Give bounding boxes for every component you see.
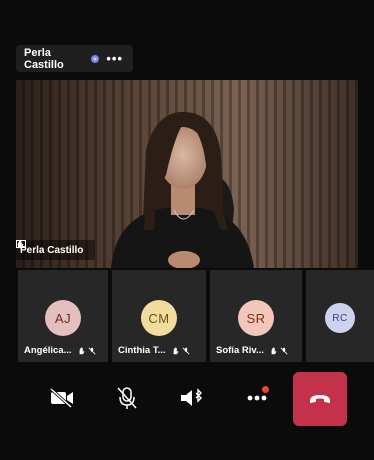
raised-hand-icon bbox=[90, 54, 100, 64]
notification-dot bbox=[262, 386, 269, 393]
speaker-button[interactable] bbox=[166, 372, 218, 424]
participant-tile[interactable]: RC bbox=[306, 270, 374, 362]
avatar: RC bbox=[325, 303, 355, 333]
main-video-feed[interactable]: Perla Castillo bbox=[16, 80, 358, 268]
more-options-button[interactable]: ••• bbox=[106, 51, 123, 66]
participant-tile[interactable]: CM Cinthia T... bbox=[112, 270, 206, 362]
hand-icon bbox=[79, 346, 84, 354]
more-options-button[interactable] bbox=[231, 372, 283, 424]
more-options-icon bbox=[247, 395, 267, 401]
participant-name: Cinthia T... bbox=[118, 345, 166, 356]
participant-name: Angélica... bbox=[24, 345, 72, 356]
end-call-icon bbox=[310, 395, 330, 403]
avatar: SR bbox=[238, 300, 274, 336]
hand-icon bbox=[173, 346, 178, 354]
participant-tile[interactable]: AJ Angélica... bbox=[18, 270, 108, 362]
pinned-participant-name: Perla Castillo bbox=[24, 46, 64, 71]
meeting-window: Perla Castillo ••• Perla Castillo AJ Ang… bbox=[0, 0, 374, 460]
participant-tile[interactable]: SR Sofía Riv... bbox=[210, 270, 302, 362]
mic-off-icon bbox=[88, 347, 95, 354]
speaker-bluetooth-icon bbox=[181, 388, 202, 406]
end-call-button[interactable] bbox=[293, 372, 347, 426]
avatar: CM bbox=[141, 300, 177, 336]
participant-label: Sofía Riv... bbox=[216, 345, 298, 356]
mic-off-icon bbox=[117, 387, 137, 409]
camera-off-icon bbox=[49, 388, 73, 408]
avatar: AJ bbox=[45, 300, 81, 336]
call-controls bbox=[0, 372, 374, 426]
hand-icon bbox=[271, 346, 277, 354]
participant-label: Angélica... bbox=[24, 345, 104, 356]
camera-toggle-button[interactable] bbox=[36, 372, 88, 424]
mic-off-icon bbox=[182, 347, 189, 354]
main-video-caption: Perla Castillo bbox=[16, 240, 96, 260]
pinned-participant-tag[interactable]: Perla Castillo ••• bbox=[16, 45, 133, 72]
mic-off-icon bbox=[280, 347, 288, 354]
mic-toggle-button[interactable] bbox=[101, 372, 153, 424]
participant-name: Sofía Riv... bbox=[216, 345, 264, 356]
main-video-participant-name: Perla Castillo bbox=[20, 244, 84, 256]
participant-strip: AJ Angélica... CM Cinthia T... SR Sofía … bbox=[0, 270, 374, 362]
participant-label: Cinthia T... bbox=[118, 345, 202, 356]
